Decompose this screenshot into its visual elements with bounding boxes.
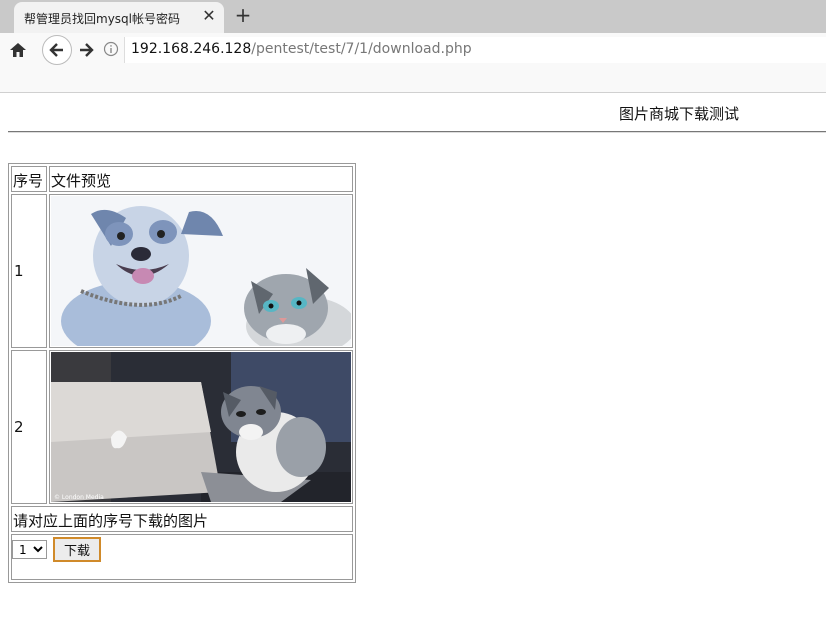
forward-arrow-icon <box>80 43 94 57</box>
header-index-label: 序号 <box>13 172 44 190</box>
row-index: 2 <box>14 418 24 436</box>
table-row-preview-cell <box>49 194 353 348</box>
instruction-text: 请对应上面的序号下载的图片 <box>13 512 209 530</box>
tab-strip: 帮管理员找回mysql帐号密码 ✕ + <box>0 0 826 33</box>
tab-title: 帮管理员找回mysql帐号密码 <box>24 12 180 26</box>
browser-tab[interactable]: 帮管理员找回mysql帐号密码 ✕ <box>14 2 224 33</box>
cat-with-laptop-image: © London Media <box>51 352 351 502</box>
header-preview-label: 文件预览 <box>51 172 112 190</box>
table-row-preview-cell: © London Media <box>49 350 353 504</box>
back-arrow-icon <box>49 43 63 57</box>
bookmarks-bar <box>0 67 826 93</box>
image-watermark: © London Media <box>54 494 104 501</box>
back-button[interactable] <box>42 35 72 65</box>
table-row-index-cell: 1 <box>11 194 47 348</box>
instruction-cell: 请对应上面的序号下载的图片 <box>11 506 353 532</box>
url-path: /pentest/test/7/1/download.php <box>251 41 472 57</box>
url-text: 192.168.246.128/pentest/test/7/1/downloa… <box>131 41 472 57</box>
row-index: 1 <box>14 262 24 280</box>
header-cell-index: 序号 <box>11 166 47 192</box>
dog-and-cat-image <box>51 196 351 346</box>
url-host: 192.168.246.128 <box>131 41 252 57</box>
header-cell-preview: 文件预览 <box>49 166 353 192</box>
divider <box>8 131 826 133</box>
nav-toolbar: 192.168.246.128/pentest/test/7/1/downloa… <box>0 33 826 67</box>
page-title: 图片商城下载测试 <box>619 105 740 123</box>
forward-button[interactable] <box>76 40 96 60</box>
index-select[interactable]: 1 <box>12 540 47 559</box>
address-bar[interactable]: 192.168.246.128/pentest/test/7/1/downloa… <box>124 37 826 63</box>
close-icon[interactable]: ✕ <box>200 7 218 25</box>
table-row-index-cell: 2 <box>11 350 47 504</box>
new-tab-button[interactable]: + <box>233 4 253 26</box>
home-icon[interactable] <box>8 40 28 60</box>
download-button[interactable]: 下载 <box>53 537 101 562</box>
info-icon[interactable] <box>103 41 119 57</box>
